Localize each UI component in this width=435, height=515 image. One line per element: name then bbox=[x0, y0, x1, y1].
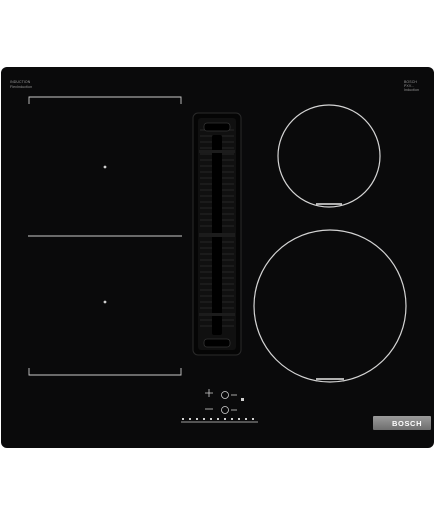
touch-control-panel bbox=[181, 389, 258, 423]
downdraft-vent bbox=[192, 112, 242, 356]
small-round-zone bbox=[277, 104, 381, 208]
vent-top-handle bbox=[203, 122, 231, 132]
timer-button bbox=[221, 406, 229, 414]
slider-ticks bbox=[182, 418, 254, 420]
large-round-zone bbox=[253, 229, 407, 383]
plus-control bbox=[205, 389, 213, 397]
flex-zone-front-dot bbox=[103, 165, 107, 169]
flex-zone-bottom-bracket bbox=[28, 368, 182, 376]
flex-zone-rear-dot bbox=[103, 300, 107, 304]
brand-name: BOSCH bbox=[392, 419, 423, 428]
vent-bottom-handle bbox=[203, 338, 231, 348]
power-button bbox=[221, 391, 229, 399]
flex-zone-markings bbox=[28, 96, 182, 376]
flex-zone-top-bracket bbox=[28, 96, 182, 104]
hob-graphics bbox=[28, 96, 407, 423]
